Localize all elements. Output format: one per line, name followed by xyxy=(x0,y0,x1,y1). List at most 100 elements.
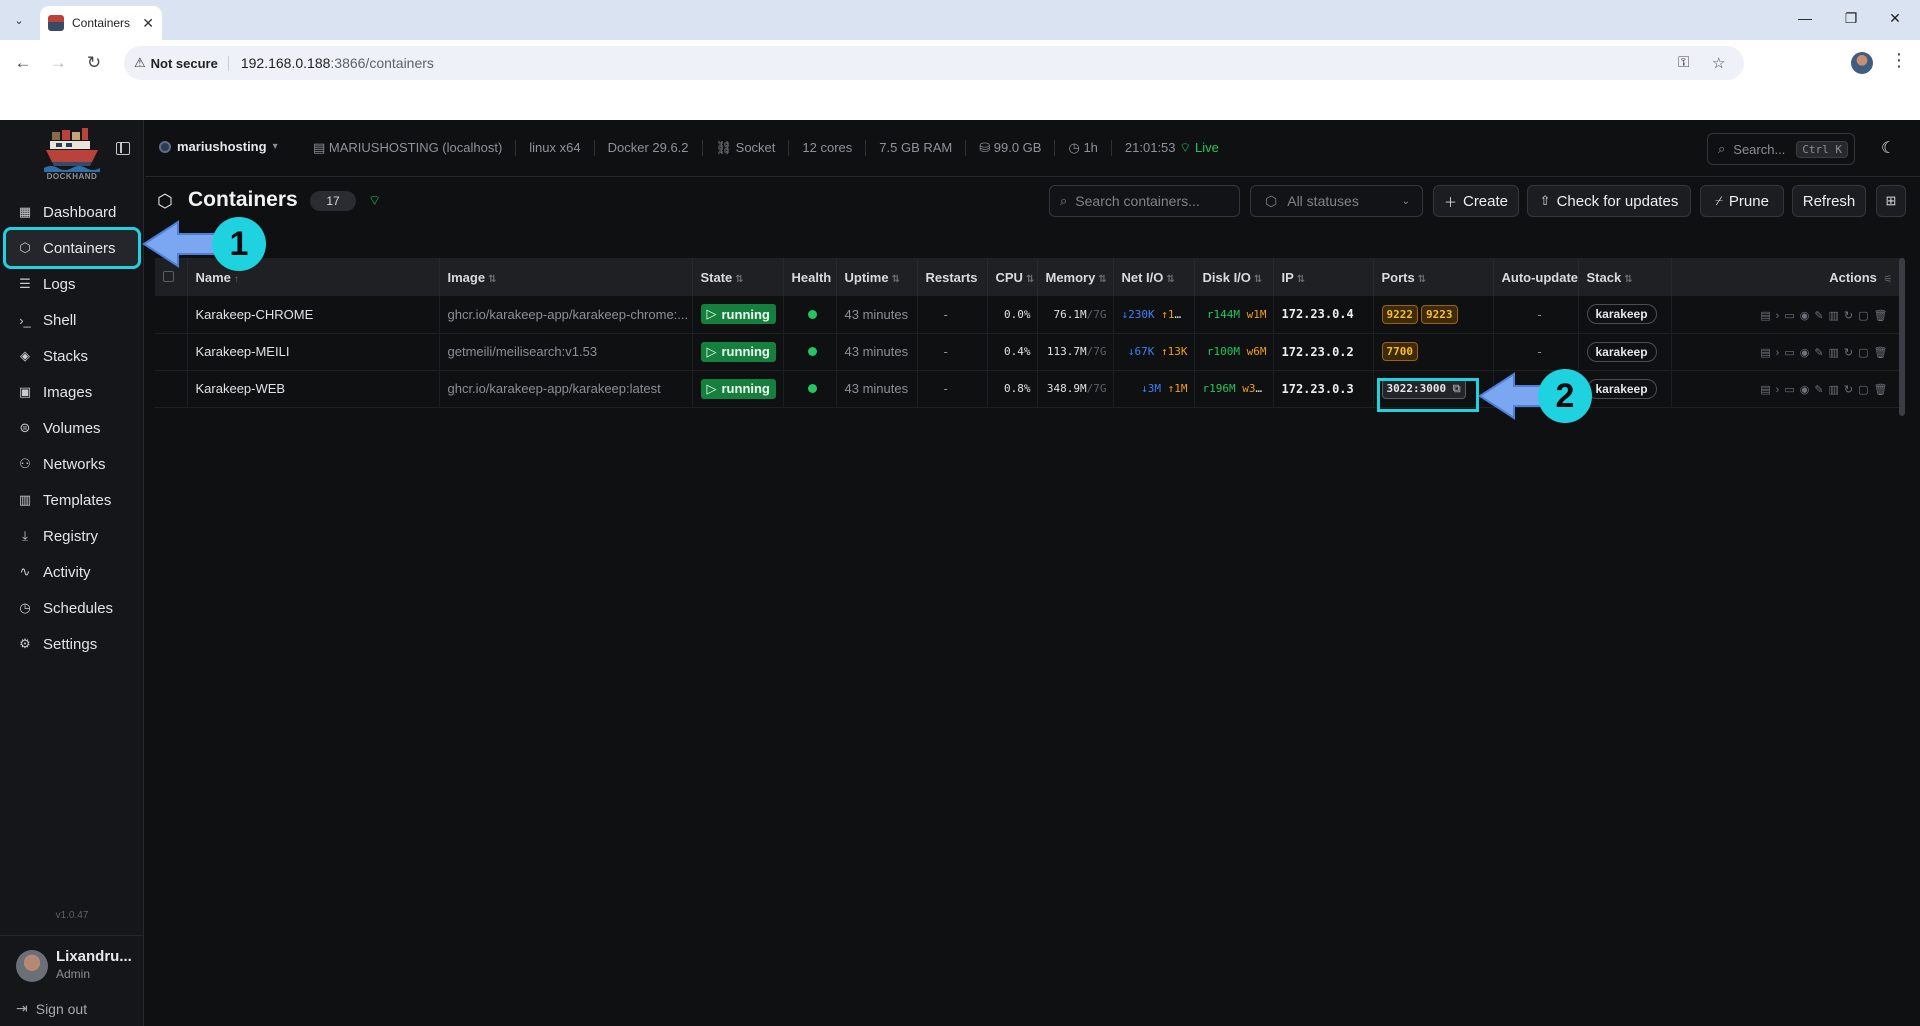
container-netio: ↓230K ↑174K xyxy=(1113,296,1195,333)
container-stack: karakeep xyxy=(1578,296,1672,333)
container-image: ghcr.io/karakeep-app/karakeep-chrome:... xyxy=(439,296,693,333)
stack-badge[interactable]: karakeep xyxy=(1586,378,1657,399)
col-uptime[interactable]: Uptime ⇅ xyxy=(836,258,918,296)
address-bar[interactable]: ⚠ Not secure 192.168.0.188:3866/containe… xyxy=(124,46,1744,80)
tab-search-chevron-icon[interactable]: ⌄ xyxy=(7,8,31,32)
status-filter-select[interactable]: ⬡ All statuses ⌄ xyxy=(1250,185,1423,217)
profile-avatar[interactable] xyxy=(1851,52,1873,74)
port-badge[interactable]: 9223 xyxy=(1421,304,1458,324)
reload-icon[interactable]: ↻ xyxy=(83,52,105,74)
dockhand-logo-icon xyxy=(44,128,100,172)
row-action-icons[interactable]: ▤›▭◉✎▥↻▢🗑 xyxy=(1760,384,1892,396)
sidebar-item-shell[interactable]: ›_ Shell xyxy=(6,302,138,338)
container-stack: karakeep xyxy=(1578,370,1672,407)
close-icon[interactable]: ✕ xyxy=(142,15,154,32)
container-search-input[interactable] xyxy=(1075,193,1226,209)
sidebar-item-templates[interactable]: ▥ Templates xyxy=(6,482,138,518)
check-updates-button[interactable]: ⇧ Check for updates xyxy=(1527,185,1691,217)
sign-out-button[interactable]: ⇥ Sign out xyxy=(16,1000,87,1017)
container-uptime: 43 minutes xyxy=(836,333,918,370)
box-icon: ⬡ xyxy=(157,191,173,211)
container-uptime: 43 minutes xyxy=(836,296,918,333)
table-row[interactable]: Karakeep-MEILI getmeili/meilisearch:v1.5… xyxy=(155,333,1904,370)
layout-toggle-button[interactable]: ⊞ xyxy=(1876,185,1906,217)
not-secure-label[interactable]: Not secure xyxy=(151,55,229,71)
live-wifi-icon: ⌔ xyxy=(368,192,382,208)
port-badge[interactable]: 7700 xyxy=(1381,342,1418,361)
row-checkbox[interactable] xyxy=(155,370,188,407)
refresh-button[interactable]: Refresh xyxy=(1792,185,1866,217)
disk-info: ⛁ 99.0 GB xyxy=(965,140,1054,156)
database-icon: ⊜ xyxy=(19,420,31,435)
row-action-icons[interactable]: ▤›▭◉✎▥↻▢🗑 xyxy=(1760,347,1892,359)
minimize-icon[interactable]: — xyxy=(1790,10,1820,26)
star-icon[interactable]: ☆ xyxy=(1712,54,1725,72)
container-name[interactable]: Karakeep-MEILI xyxy=(187,333,440,370)
box-icon: ⬡ xyxy=(19,240,31,255)
sidebar-item-images[interactable]: ▣ Images xyxy=(6,374,138,410)
health-dot-icon xyxy=(807,309,817,319)
sidebar-item-containers[interactable]: ⬡ Containers xyxy=(3,227,141,269)
sidebar-item-volumes[interactable]: ⊜ Volumes xyxy=(6,410,138,446)
back-icon[interactable]: ← xyxy=(12,52,34,74)
sidebar-item-stacks[interactable]: ◈ Stacks xyxy=(6,338,138,374)
global-search[interactable]: ⌕ Search... Ctrl K xyxy=(1707,133,1855,165)
terminal-icon: ›_ xyxy=(19,312,31,328)
key-icon[interactable]: ⚿ xyxy=(1678,54,1689,71)
system-info: ▤ MARIUSHOSTING (localhost) linux x64 Do… xyxy=(300,140,1232,156)
container-health xyxy=(783,333,837,370)
container-state: ▷ running xyxy=(692,333,784,370)
container-name[interactable]: Karakeep-CHROME xyxy=(187,296,440,333)
create-button[interactable]: ＋ Create xyxy=(1433,185,1519,217)
cores-info: 12 cores xyxy=(788,140,865,156)
uptime-info: ◷ 1h xyxy=(1054,140,1110,156)
col-diskio[interactable]: Disk I/O ⇅ xyxy=(1194,258,1274,296)
sidebar-item-settings[interactable]: ⚙ Settings xyxy=(6,626,138,662)
theme-toggle-moon-icon[interactable]: ☾ xyxy=(1881,138,1895,158)
col-memory[interactable]: Memory ⇅ xyxy=(1037,258,1114,296)
sidebar-item-label: Volumes xyxy=(43,419,101,437)
container-diskio: r196M w39M xyxy=(1194,370,1274,407)
user-name[interactable]: Lixandru... xyxy=(56,948,132,965)
environment-name: mariushosting xyxy=(177,139,267,154)
row-action-icons[interactable]: ▤›▭◉✎▥↻▢🗑 xyxy=(1760,310,1892,322)
menu-kebab-icon[interactable]: ⋮ xyxy=(1890,50,1908,71)
column-settings-icon[interactable]: ⚟ xyxy=(1884,274,1893,285)
table-row[interactable]: Karakeep-WEB ghcr.io/karakeep-app/karake… xyxy=(155,370,1904,407)
sidebar-item-registry[interactable]: ⤓ Registry xyxy=(6,518,138,554)
forward-icon[interactable]: → xyxy=(47,52,69,74)
col-netio[interactable]: Net I/O ⇅ xyxy=(1113,258,1195,296)
sidebar-item-networks[interactable]: ⚇ Networks xyxy=(6,446,138,482)
col-image[interactable]: Image ⇅ xyxy=(439,258,693,296)
images-icon: ▣ xyxy=(18,384,32,399)
col-stack[interactable]: Stack ⇅ xyxy=(1578,258,1672,296)
restore-icon[interactable]: ❐ xyxy=(1836,10,1866,27)
table-scrollbar[interactable] xyxy=(1899,258,1905,416)
stack-badge[interactable]: karakeep xyxy=(1586,341,1657,362)
container-name[interactable]: Karakeep-WEB xyxy=(187,370,440,407)
environment-selector[interactable]: mariushosting ▾ xyxy=(159,139,278,154)
port-badge[interactable]: 9222 xyxy=(1381,304,1418,324)
row-checkbox[interactable] xyxy=(155,333,188,370)
download-icon: ⤓ xyxy=(22,528,28,543)
sidebar-item-schedules[interactable]: ◷ Schedules xyxy=(6,590,138,626)
status-badge: ▷ running xyxy=(700,378,776,399)
col-ports[interactable]: Ports ⇅ xyxy=(1373,258,1494,296)
browser-tab[interactable]: Containers ✕ xyxy=(40,6,162,40)
row-checkbox[interactable] xyxy=(155,296,188,333)
avatar[interactable] xyxy=(16,950,48,982)
sidebar-item-dashboard[interactable]: ▦ Dashboard xyxy=(6,194,138,230)
sidebar-item-activity[interactable]: ∿ Activity xyxy=(6,554,138,590)
stack-badge[interactable]: karakeep xyxy=(1586,304,1657,325)
search-icon: ⌕ xyxy=(1718,141,1726,156)
col-cpu[interactable]: CPU ⇅ xyxy=(987,258,1038,296)
prune-button[interactable]: ⌿ Prune xyxy=(1700,185,1784,217)
table-row[interactable]: Karakeep-CHROME ghcr.io/karakeep-app/kar… xyxy=(155,296,1904,333)
sidebar-collapse-icon[interactable] xyxy=(116,142,130,155)
warning-icon: ⚠ xyxy=(134,55,146,70)
sidebar-item-logs[interactable]: ☰ Logs xyxy=(6,266,138,302)
window-close-icon[interactable]: ✕ xyxy=(1880,10,1910,27)
container-search[interactable]: ⌕ xyxy=(1049,185,1240,217)
col-state[interactable]: State ⇅ xyxy=(692,258,784,296)
col-ip[interactable]: IP ⇅ xyxy=(1273,258,1374,296)
